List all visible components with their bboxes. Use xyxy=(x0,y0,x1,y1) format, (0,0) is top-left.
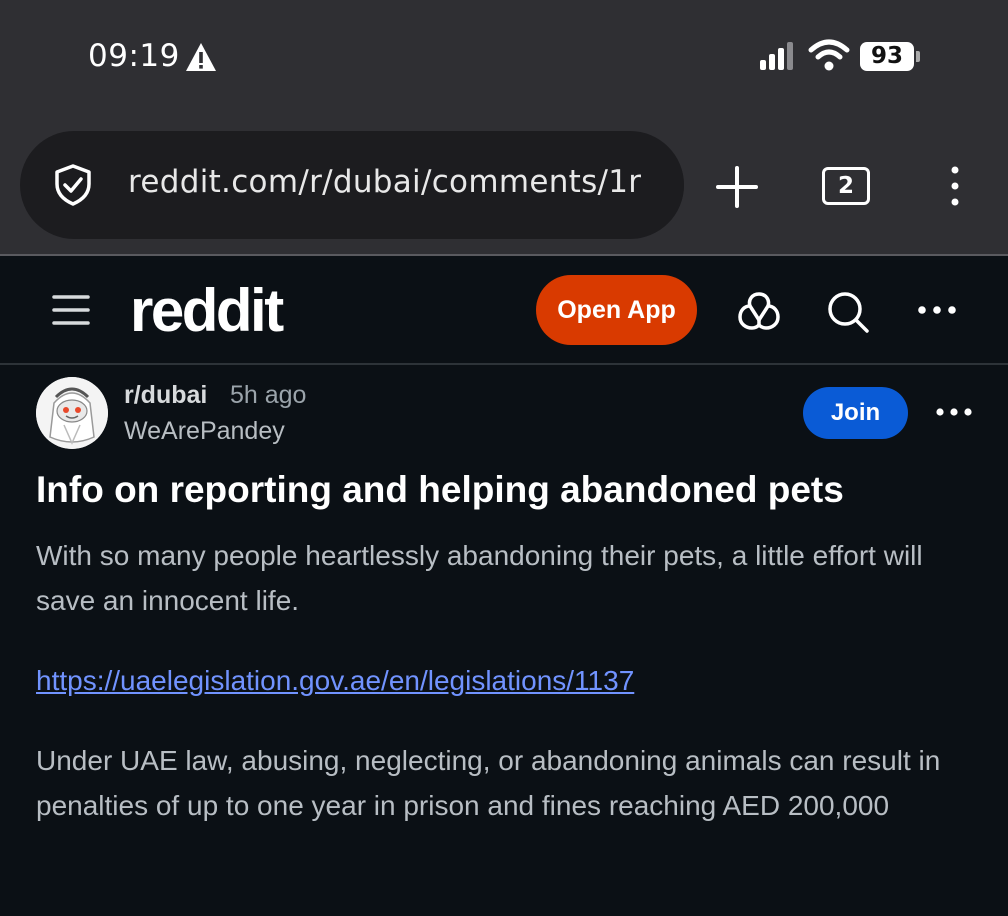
reddit-header: reddit Open App xyxy=(0,256,1008,364)
post-timestamp: 5h ago xyxy=(230,381,307,409)
post-header: r/dubai 5h ago WeArePandey Join xyxy=(0,365,1008,465)
browser-toolbar: reddit.com/r/dubai/comments/1r 2 xyxy=(0,112,1008,256)
battery-level: 93 xyxy=(870,43,903,69)
status-bar: 09:19 93 xyxy=(0,0,1008,112)
warning-icon xyxy=(186,43,216,71)
subreddit-name[interactable]: r/dubai xyxy=(124,381,207,410)
more-icon[interactable] xyxy=(916,300,958,320)
address-bar[interactable]: reddit.com/r/dubai/comments/1r xyxy=(20,131,684,239)
post-link[interactable]: https://uaelegislation.gov.ae/en/legisla… xyxy=(36,658,634,703)
post-options-icon[interactable] xyxy=(934,403,974,421)
url-text[interactable]: reddit.com/r/dubai/comments/1r xyxy=(128,164,678,200)
battery-indicator: 93 xyxy=(860,42,920,71)
post-body-paragraph: Under UAE law, abusing, neglecting, or a… xyxy=(36,745,941,821)
hamburger-icon[interactable] xyxy=(52,292,90,328)
status-time: 09:19 xyxy=(88,38,180,74)
kebab-menu-icon[interactable] xyxy=(940,164,970,208)
post-author[interactable]: WeArePandey xyxy=(124,417,285,446)
post-body-paragraph: With so many people heartlessly abandoni… xyxy=(36,540,923,616)
post-title[interactable]: Info on reporting and helping abandoned … xyxy=(36,468,976,512)
subreddit-avatar[interactable] xyxy=(36,377,108,449)
search-icon[interactable] xyxy=(826,290,870,334)
join-button[interactable]: Join xyxy=(803,387,908,439)
tab-switcher-button[interactable]: 2 xyxy=(822,167,870,205)
plus-icon[interactable] xyxy=(714,164,760,210)
wifi-icon xyxy=(808,39,850,71)
popular-icon[interactable] xyxy=(736,290,782,332)
shield-icon[interactable] xyxy=(50,162,96,208)
open-app-button[interactable]: Open App xyxy=(536,275,697,345)
reddit-logo[interactable]: reddit xyxy=(130,276,284,345)
signal-icon xyxy=(760,42,793,70)
